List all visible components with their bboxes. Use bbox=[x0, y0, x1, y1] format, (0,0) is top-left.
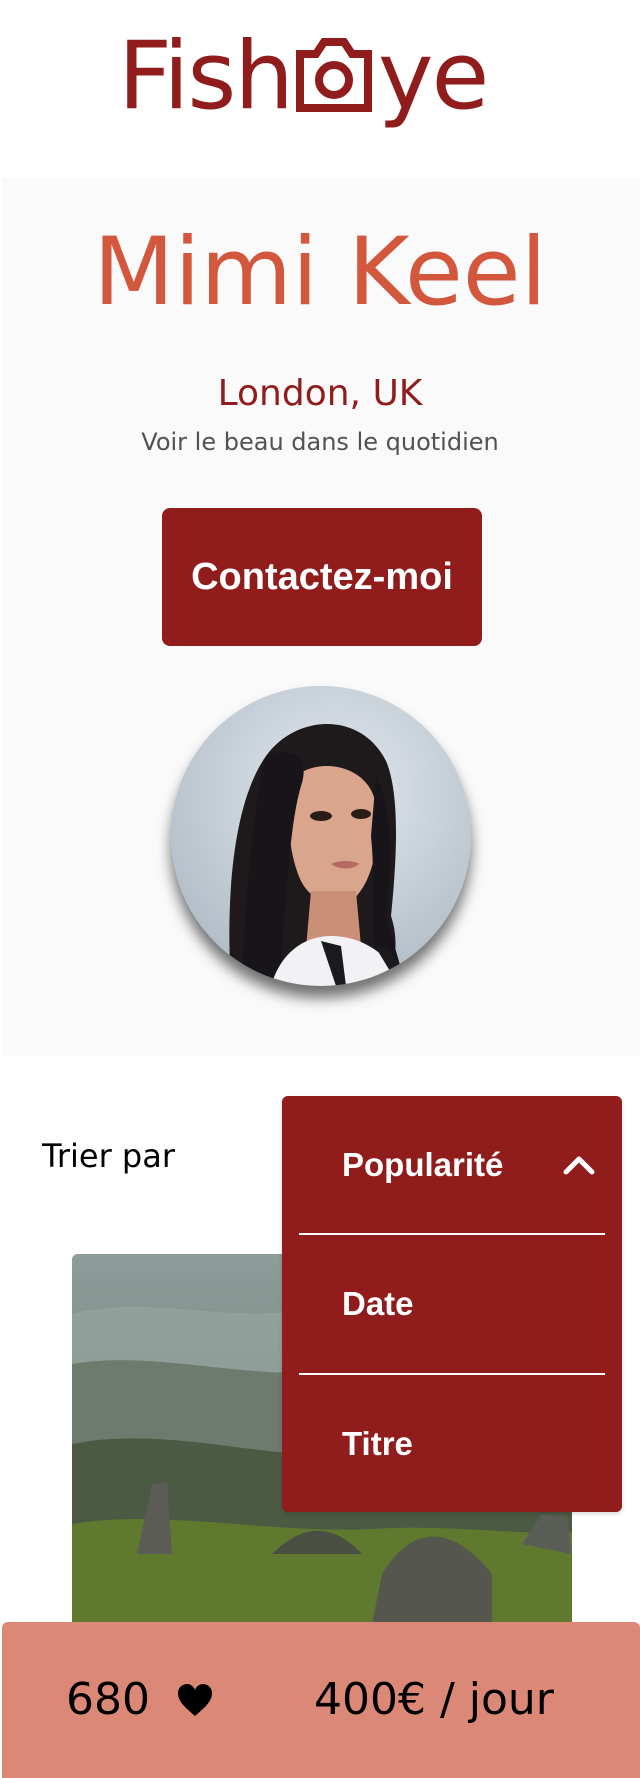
logo-text-left: Fish bbox=[118, 22, 294, 131]
sort-option-label: Date bbox=[342, 1285, 414, 1322]
portrait-image bbox=[171, 686, 471, 986]
stats-bar: 680 400€ / jour bbox=[2, 1622, 640, 1778]
photographer-name: Mimi Keel bbox=[93, 218, 547, 327]
sort-option-popularite[interactable]: Popularité bbox=[282, 1096, 622, 1234]
logo-text-right: ye bbox=[377, 22, 489, 131]
photographer-location: London, UK bbox=[217, 373, 423, 414]
photographer-tagline: Voir le beau dans le quotidien bbox=[141, 428, 499, 456]
heart-icon bbox=[178, 1684, 212, 1716]
camera-icon bbox=[294, 22, 376, 132]
sort-option-titre[interactable]: Titre bbox=[282, 1375, 622, 1513]
total-likes: 680 bbox=[66, 1674, 150, 1725]
sort-dropdown[interactable]: Popularité Date Titre bbox=[282, 1096, 622, 1512]
sort-option-label: Popularité bbox=[342, 1146, 504, 1183]
daily-price: 400€ / jour bbox=[314, 1674, 554, 1725]
photographer-portrait bbox=[171, 686, 471, 986]
contact-button[interactable]: Contactez-moi bbox=[162, 508, 482, 646]
sort-option-label: Titre bbox=[342, 1425, 413, 1462]
chevron-up-icon[interactable] bbox=[562, 1150, 596, 1180]
sort-option-date[interactable]: Date bbox=[282, 1235, 622, 1373]
sort-label: Trier par bbox=[42, 1137, 175, 1175]
site-header: Fish ye bbox=[0, 0, 640, 178]
fisheye-logo[interactable]: Fish ye bbox=[118, 22, 489, 132]
